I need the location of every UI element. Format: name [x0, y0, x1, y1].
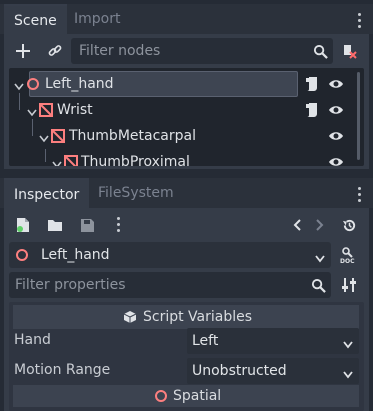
tree-label: Left_hand — [45, 76, 114, 92]
tree-row-wrist[interactable]: Wrist — [9, 93, 364, 123]
save-icon[interactable] — [76, 214, 98, 236]
inspector-dock-tabbar: Inspector FileSystem — [0, 178, 373, 208]
script-icon[interactable] — [305, 76, 319, 92]
tree-guide-line — [19, 93, 20, 110]
scene-dock-tabbar: Scene Import — [0, 4, 373, 34]
expand-arrow-icon[interactable] — [39, 131, 49, 143]
tree-guide-line — [32, 119, 33, 136]
history-forward-icon[interactable] — [311, 214, 329, 236]
property-hand-value: Left — [192, 333, 219, 349]
filter-script-icon[interactable] — [338, 40, 360, 62]
section-spatial[interactable]: Spatial — [13, 385, 359, 407]
tree-row-thumb-metacarpal[interactable]: ThumbMetacarpal — [9, 119, 364, 149]
spatial-node-icon — [155, 390, 167, 402]
expand-arrow-icon[interactable] — [27, 105, 37, 117]
filter-nodes-input[interactable]: Filter nodes — [71, 38, 333, 64]
object-selector[interactable]: Left_hand — [9, 242, 331, 268]
spatial-node-icon — [16, 249, 28, 261]
bone-node-icon — [39, 103, 53, 117]
tree-guide-line — [45, 149, 46, 162]
tab-scene[interactable]: Scene — [4, 4, 67, 34]
link-icon[interactable] — [44, 40, 66, 62]
expand-arrow-icon[interactable] — [14, 79, 24, 91]
tab-filesystem[interactable]: FileSystem — [88, 178, 184, 208]
open-folder-icon[interactable] — [44, 214, 66, 236]
scene-tree[interactable]: Left_hand Wrist ThumbMetacarpal ThumbPro… — [9, 68, 364, 166]
inspector-dock-menu-icon[interactable] — [358, 187, 362, 205]
scene-dock-menu-icon[interactable] — [358, 13, 362, 31]
section-label: Spatial — [173, 388, 222, 404]
bone-node-icon — [64, 155, 78, 166]
spatial-node-icon — [27, 78, 39, 90]
visibility-eye-icon[interactable] — [328, 77, 344, 91]
tab-import[interactable]: Import — [64, 4, 130, 34]
inspector-tools-menu-icon[interactable] — [117, 217, 121, 235]
property-label-motion-range: Motion Range — [14, 362, 111, 378]
add-node-icon[interactable] — [12, 40, 34, 62]
filter-properties-placeholder: Filter properties — [15, 277, 126, 293]
tree-label: Wrist — [57, 102, 93, 118]
visibility-eye-icon[interactable] — [328, 155, 344, 166]
tree-clip: ThumbProximal — [9, 149, 364, 166]
tree-label: ThumbProximal — [81, 154, 190, 166]
history-back-icon[interactable] — [288, 214, 306, 236]
property-settings-icon[interactable] — [338, 274, 360, 296]
property-motion-range-value: Unobstructed — [192, 363, 287, 379]
tab-inspector[interactable]: Inspector — [4, 178, 90, 208]
chevron-down-icon — [315, 251, 325, 263]
chevron-down-icon — [343, 337, 353, 349]
visibility-eye-icon[interactable] — [328, 103, 344, 117]
property-motion-range-dropdown[interactable]: Unobstructed — [187, 358, 359, 384]
visibility-eye-icon[interactable] — [328, 129, 344, 143]
tree-label: ThumbMetacarpal — [69, 128, 196, 144]
search-icon — [311, 42, 329, 60]
property-label-hand: Hand — [14, 332, 51, 348]
bone-node-icon — [51, 129, 65, 143]
svg-text:DOC: DOC — [340, 258, 355, 264]
filter-nodes-placeholder: Filter nodes — [79, 43, 161, 59]
property-hand-dropdown[interactable]: Left — [187, 328, 359, 354]
object-selector-label: Left_hand — [41, 247, 110, 263]
tree-row-thumb-proximal[interactable]: ThumbProximal — [9, 149, 364, 166]
doc-icon[interactable]: DOC — [338, 244, 360, 266]
object-history-icon[interactable] — [338, 214, 360, 236]
section-label: Script Variables — [143, 309, 253, 325]
search-icon — [309, 276, 327, 294]
filter-properties-input[interactable]: Filter properties — [9, 272, 331, 298]
tree-row-left-hand[interactable]: Left_hand — [9, 71, 364, 97]
section-script-variables[interactable]: Script Variables — [13, 305, 359, 329]
chevron-down-icon — [343, 367, 353, 379]
cube-icon — [123, 310, 137, 324]
expand-arrow-icon[interactable] — [52, 157, 62, 166]
new-resource-icon[interactable] — [12, 214, 34, 236]
script-icon[interactable] — [305, 102, 319, 118]
